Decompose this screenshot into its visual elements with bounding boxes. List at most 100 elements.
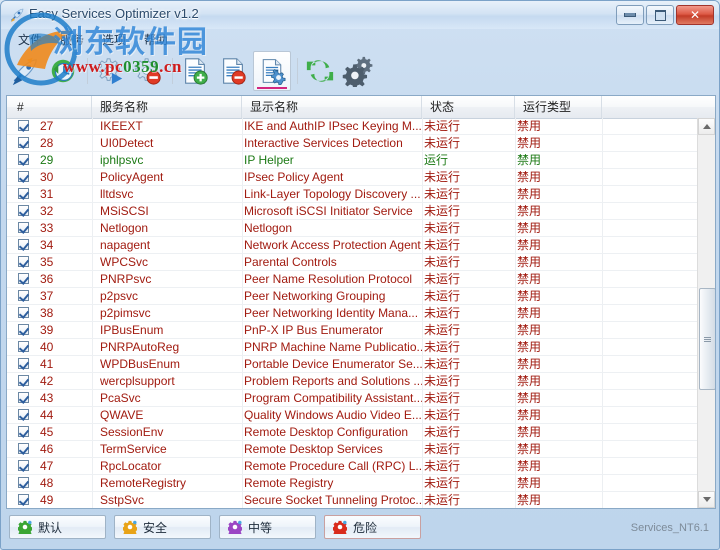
column-header-extra[interactable] xyxy=(602,96,700,118)
maximize-button[interactable] xyxy=(646,5,674,25)
row-checkbox[interactable] xyxy=(18,375,29,386)
row-checkbox-cell[interactable] xyxy=(7,441,35,458)
vertical-scrollbar[interactable] xyxy=(697,118,715,508)
row-checkbox[interactable] xyxy=(18,460,29,471)
table-row[interactable]: 31 lltdsvc Link-Layer Topology Discovery .… xyxy=(7,186,698,203)
menu-options[interactable]: 选项 xyxy=(93,29,135,50)
toolbar-restore-button[interactable] xyxy=(45,52,81,90)
table-row[interactable]: 29 iphlpsvc IP Helper 运行 禁用 xyxy=(7,152,698,169)
table-row[interactable]: 47 RpcLocator Remote Procedure Call (RPC) … xyxy=(7,458,698,475)
row-checkbox[interactable] xyxy=(18,137,29,148)
toolbar-settings-button[interactable] xyxy=(340,52,376,90)
row-checkbox-cell[interactable] xyxy=(7,373,35,390)
table-row[interactable]: 45 SessionEnv Remote Desktop Configuration… xyxy=(7,424,698,441)
table-row[interactable]: 35 WPCSvc Parental Controls 未运行 禁用 xyxy=(7,254,698,271)
column-header-display-name[interactable]: 显示名称 xyxy=(242,96,422,118)
row-checkbox-cell[interactable] xyxy=(7,322,35,339)
table-row[interactable]: 33 Netlogon Netlogon 未运行 禁用 xyxy=(7,220,698,237)
column-header-num[interactable]: # xyxy=(7,96,92,118)
row-checkbox-cell[interactable] xyxy=(7,492,35,508)
row-checkbox[interactable] xyxy=(18,443,29,454)
row-checkbox[interactable] xyxy=(18,120,29,131)
table-row[interactable]: 30 PolicyAgent IPsec Policy Agent 未运行 禁用 xyxy=(7,169,698,186)
row-checkbox-cell[interactable] xyxy=(7,135,35,152)
row-checkbox[interactable] xyxy=(18,205,29,216)
table-row[interactable]: 32 MSiSCSI Microsoft iSCSI Initiator Servi… xyxy=(7,203,698,220)
row-checkbox[interactable] xyxy=(18,409,29,420)
row-checkbox-cell[interactable] xyxy=(7,339,35,356)
table-row[interactable]: 43 PcaSvc Program Compatibility Assistant.… xyxy=(7,390,698,407)
row-checkbox[interactable] xyxy=(18,273,29,284)
row-checkbox-cell[interactable] xyxy=(7,458,35,475)
close-button[interactable]: ✕ xyxy=(676,5,714,25)
row-checkbox-cell[interactable] xyxy=(7,390,35,407)
row-checkbox-cell[interactable] xyxy=(7,356,35,373)
toolbar-list-config-button[interactable] xyxy=(253,51,291,91)
table-row[interactable]: 42 wercplsupport Problem Reports and Solut… xyxy=(7,373,698,390)
toolbar-stop-service-button[interactable] xyxy=(130,52,166,90)
column-header-startup-type[interactable]: 运行类型 xyxy=(515,96,602,118)
table-row[interactable]: 46 TermService Remote Desktop Services 未运行 禁… xyxy=(7,441,698,458)
row-checkbox-cell[interactable] xyxy=(7,152,35,169)
toolbar-list-remove-button[interactable] xyxy=(215,52,251,90)
table-row[interactable]: 48 RemoteRegistry Remote Registry 未运行 禁用 xyxy=(7,475,698,492)
minimize-button[interactable] xyxy=(616,5,644,25)
row-checkbox[interactable] xyxy=(18,239,29,250)
row-checkbox-cell[interactable] xyxy=(7,475,35,492)
row-checkbox-cell[interactable] xyxy=(7,118,35,135)
menu-file[interactable]: 文件 xyxy=(9,29,51,50)
scrollbar-thumb[interactable] xyxy=(699,288,715,390)
row-checkbox-cell[interactable] xyxy=(7,424,35,441)
row-checkbox[interactable] xyxy=(18,171,29,182)
table-row[interactable]: 49 SstpSvc Secure Socket Tunneling Protoc.… xyxy=(7,492,698,508)
menu-help[interactable]: 帮助 xyxy=(135,29,177,50)
row-checkbox[interactable] xyxy=(18,341,29,352)
preset-safe-button[interactable]: 安全 xyxy=(114,515,211,539)
row-checkbox[interactable] xyxy=(18,256,29,267)
row-checkbox[interactable] xyxy=(18,392,29,403)
row-checkbox[interactable] xyxy=(18,222,29,233)
row-checkbox[interactable] xyxy=(18,188,29,199)
row-checkbox-cell[interactable] xyxy=(7,203,35,220)
row-checkbox[interactable] xyxy=(18,477,29,488)
row-checkbox-cell[interactable] xyxy=(7,254,35,271)
toolbar-refresh-button[interactable] xyxy=(302,52,338,90)
cell-extra xyxy=(602,322,698,339)
preset-medium-button[interactable]: 中等 xyxy=(219,515,316,539)
toolbar-start-service-button[interactable] xyxy=(92,52,128,90)
scroll-down-button[interactable] xyxy=(698,491,715,508)
row-checkbox-cell[interactable] xyxy=(7,305,35,322)
row-checkbox[interactable] xyxy=(18,307,29,318)
row-checkbox[interactable] xyxy=(18,358,29,369)
table-row[interactable]: 40 PNRPAutoReg PNRP Machine Name Publicati… xyxy=(7,339,698,356)
preset-default-button[interactable]: 默认 xyxy=(9,515,106,539)
row-checkbox-cell[interactable] xyxy=(7,407,35,424)
table-row[interactable]: 34 napagent Network Access Protection Agen… xyxy=(7,237,698,254)
row-checkbox[interactable] xyxy=(18,324,29,335)
row-checkbox-cell[interactable] xyxy=(7,237,35,254)
scroll-up-button[interactable] xyxy=(698,118,715,135)
row-checkbox[interactable] xyxy=(18,426,29,437)
table-row[interactable]: 39 IPBusEnum PnP-X IP Bus Enumerator 未运行 禁用 xyxy=(7,322,698,339)
table-row[interactable]: 41 WPDBusEnum Portable Device Enumerator S… xyxy=(7,356,698,373)
table-row[interactable]: 28 UI0Detect Interactive Services Detectio… xyxy=(7,135,698,152)
table-row[interactable]: 44 QWAVE Quality Windows Audio Video E... 未… xyxy=(7,407,698,424)
column-header-status[interactable]: 状态 xyxy=(422,96,515,118)
toolbar-rocket-button[interactable] xyxy=(7,52,43,90)
table-row[interactable]: 36 PNRPsvc Peer Name Resolution Protocol 未运… xyxy=(7,271,698,288)
row-checkbox-cell[interactable] xyxy=(7,271,35,288)
toolbar-list-add-button[interactable] xyxy=(177,52,213,90)
row-checkbox-cell[interactable] xyxy=(7,220,35,237)
row-checkbox-cell[interactable] xyxy=(7,186,35,203)
row-checkbox[interactable] xyxy=(18,290,29,301)
row-checkbox-cell[interactable] xyxy=(7,169,35,186)
row-checkbox-cell[interactable] xyxy=(7,288,35,305)
table-row[interactable]: 27 IKEEXT IKE and AuthIP IPsec Keying M...… xyxy=(7,118,698,135)
table-row[interactable]: 38 p2pimsvc Peer Networking Identity Mana.… xyxy=(7,305,698,322)
column-header-service-name[interactable]: 服务名称 xyxy=(92,96,242,118)
preset-danger-button[interactable]: 危险 xyxy=(324,515,421,539)
menu-services[interactable]: 服务 xyxy=(51,29,93,50)
row-checkbox[interactable] xyxy=(18,154,29,165)
table-row[interactable]: 37 p2psvc Peer Networking Grouping 未运行 禁用 xyxy=(7,288,698,305)
row-checkbox[interactable] xyxy=(18,494,29,505)
